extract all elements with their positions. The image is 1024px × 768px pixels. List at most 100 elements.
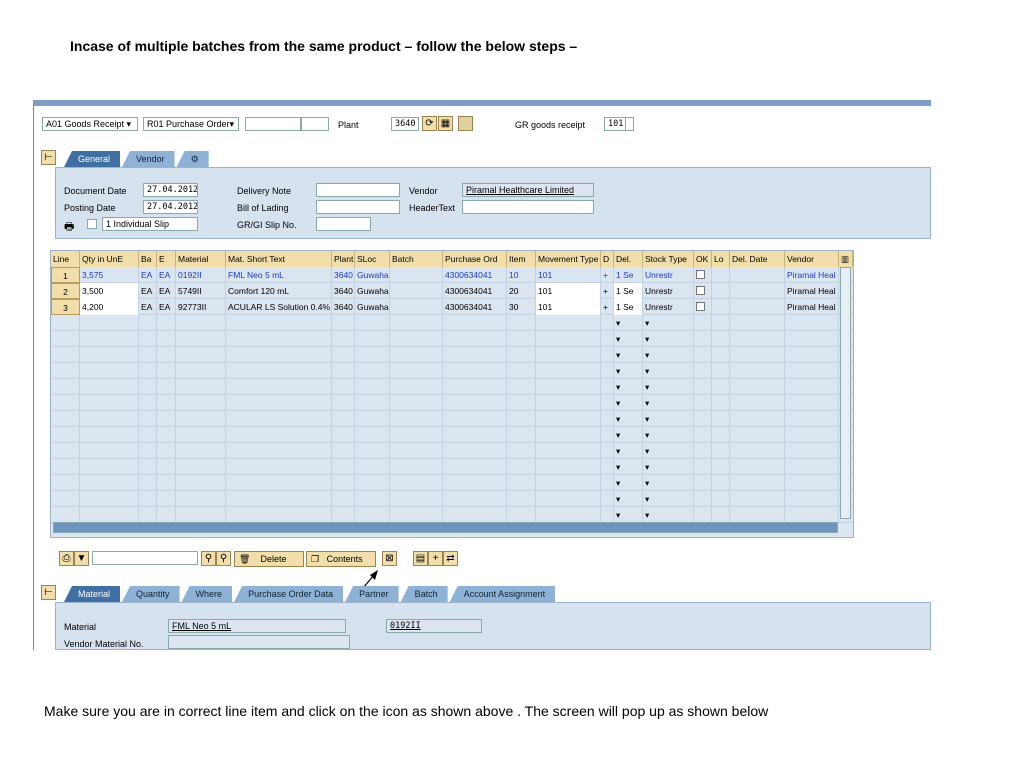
column-header-qty[interactable]: Qty in UnE <box>80 251 139 267</box>
cell-stock-type[interactable]: Unrestr <box>643 267 694 283</box>
cell-ok[interactable] <box>694 363 712 379</box>
cell-vendor[interactable] <box>785 379 839 395</box>
cell-vendor[interactable] <box>785 459 839 475</box>
cell-base-unit[interactable] <box>139 507 157 523</box>
cell-line[interactable] <box>51 507 80 523</box>
column-header-entry-unit[interactable]: E <box>157 251 176 267</box>
cell-qty[interactable] <box>80 347 139 363</box>
find-next-icon[interactable]: ⚲ <box>216 551 231 566</box>
cell-base-unit[interactable] <box>139 411 157 427</box>
column-header-batch[interactable]: Batch <box>390 251 443 267</box>
cell-item[interactable] <box>507 379 536 395</box>
cell-del[interactable]: ▾ <box>614 507 643 523</box>
cell-material[interactable] <box>176 459 226 475</box>
cell-d[interactable] <box>601 395 614 411</box>
cell-plant[interactable] <box>332 443 355 459</box>
cell-qty[interactable] <box>80 331 139 347</box>
cell-lo[interactable] <box>712 315 730 331</box>
find-icon[interactable]: ⚲ <box>201 551 216 566</box>
cell-material[interactable] <box>176 331 226 347</box>
cell-vendor[interactable] <box>785 475 839 491</box>
hold-icon[interactable] <box>458 116 473 131</box>
print-checkbox[interactable] <box>87 219 97 229</box>
cell-material[interactable] <box>176 347 226 363</box>
cell-batch[interactable] <box>390 443 443 459</box>
cell-plant[interactable] <box>332 347 355 363</box>
cell-line[interactable] <box>51 379 80 395</box>
cell-lo[interactable] <box>712 379 730 395</box>
cell-line[interactable] <box>51 475 80 491</box>
cell-qty[interactable] <box>80 443 139 459</box>
cell-movement-type[interactable]: 101 <box>536 299 601 315</box>
cell-stock-type[interactable]: ▾ <box>643 443 694 459</box>
cell-sloc[interactable] <box>355 475 390 491</box>
cell-batch[interactable] <box>390 411 443 427</box>
cell-del[interactable]: ▾ <box>614 315 643 331</box>
cell-batch[interactable] <box>390 331 443 347</box>
cell-short-text[interactable] <box>226 331 332 347</box>
column-header-del-date[interactable]: Del. Date <box>730 251 785 267</box>
cell-batch[interactable] <box>390 507 443 523</box>
cell-material[interactable] <box>176 507 226 523</box>
cell-sloc[interactable] <box>355 331 390 347</box>
cell-movement-type[interactable]: 101 <box>536 267 601 283</box>
column-header-stock-type[interactable]: Stock Type <box>643 251 694 267</box>
cell-del[interactable]: ▾ <box>614 363 643 379</box>
cell-item[interactable] <box>507 363 536 379</box>
cell-stock-type[interactable]: ▾ <box>643 363 694 379</box>
cell-plant[interactable] <box>332 491 355 507</box>
cell-material[interactable] <box>176 315 226 331</box>
cell-stock-type[interactable]: Unrestr <box>643 283 694 299</box>
cell-plant[interactable] <box>332 411 355 427</box>
cell-d[interactable] <box>601 475 614 491</box>
cell-po[interactable] <box>443 475 507 491</box>
column-header-po[interactable]: Purchase Ord <box>443 251 507 267</box>
cell-movement-type[interactable] <box>536 427 601 443</box>
cell-d[interactable] <box>601 443 614 459</box>
cell-qty[interactable] <box>80 427 139 443</box>
tab-general[interactable]: General <box>64 151 121 167</box>
split-batch-icon[interactable]: ⊠ <box>382 551 397 566</box>
cell-item[interactable] <box>507 507 536 523</box>
column-header-material[interactable]: Material <box>176 251 226 267</box>
cell-entry-unit[interactable] <box>157 491 176 507</box>
print-icon[interactable]: ⎙ <box>59 551 74 566</box>
cell-ok[interactable] <box>694 459 712 475</box>
cell-del[interactable]: ▾ <box>614 395 643 411</box>
cell-material[interactable] <box>176 395 226 411</box>
cell-movement-type[interactable] <box>536 459 601 475</box>
cell-po[interactable] <box>443 507 507 523</box>
cell-entry-unit[interactable] <box>157 315 176 331</box>
post-date-input[interactable]: 27.04.2012 <box>143 200 198 214</box>
cell-item[interactable] <box>507 331 536 347</box>
cell-lo[interactable] <box>712 459 730 475</box>
cell-movement-type[interactable] <box>536 411 601 427</box>
cell-plant[interactable] <box>332 363 355 379</box>
cell-item[interactable] <box>507 427 536 443</box>
cell-short-text[interactable] <box>226 491 332 507</box>
cell-movement-type[interactable] <box>536 347 601 363</box>
cell-stock-type[interactable]: ▾ <box>643 411 694 427</box>
cell-batch[interactable] <box>390 475 443 491</box>
slip-dropdown[interactable]: 1 Individual Slip <box>102 217 198 231</box>
cell-entry-unit[interactable] <box>157 459 176 475</box>
cell-sloc[interactable] <box>355 347 390 363</box>
cell-plant[interactable] <box>332 427 355 443</box>
cell-stock-type[interactable]: ▾ <box>643 507 694 523</box>
cell-d[interactable] <box>601 315 614 331</box>
cell-del[interactable]: ▾ <box>614 443 643 459</box>
cell-line[interactable] <box>51 395 80 411</box>
cell-line[interactable] <box>51 427 80 443</box>
cell-stock-type[interactable]: ▾ <box>643 491 694 507</box>
cell-lo[interactable] <box>712 427 730 443</box>
column-header-d[interactable]: D <box>601 251 614 267</box>
cell-po[interactable] <box>443 411 507 427</box>
cell-sloc[interactable] <box>355 427 390 443</box>
column-header-vendor[interactable]: Vendor <box>785 251 839 267</box>
cell-vendor[interactable] <box>785 315 839 331</box>
cell-item[interactable] <box>507 443 536 459</box>
cell-del-date[interactable] <box>730 491 785 507</box>
cell-ok[interactable] <box>694 507 712 523</box>
cell-vendor[interactable] <box>785 395 839 411</box>
cell-po[interactable] <box>443 331 507 347</box>
